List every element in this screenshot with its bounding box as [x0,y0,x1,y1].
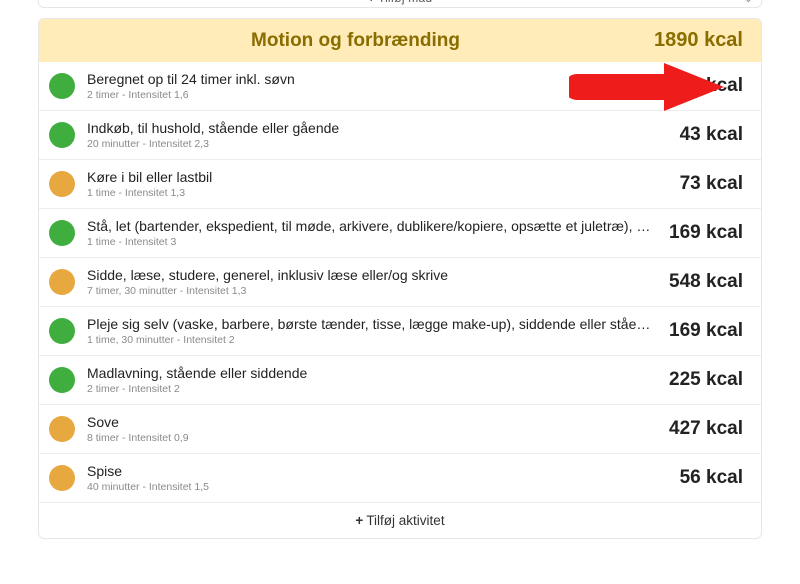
activity-text: Indkøb, til hushold, stående eller gåend… [87,120,664,150]
activity-title: Sove [87,414,653,430]
add-activity-button[interactable]: +Tilføj aktivitet [39,502,761,538]
activity-row[interactable]: Sove 8 timer - Intensitet 0,9427 kcal [39,404,761,453]
exercise-header-title: Motion og forbrænding [57,30,654,52]
activity-kcal: 169 kcal [653,222,743,244]
activity-subtitle: 1 time - Intensitet 3 [87,236,653,248]
activity-title: Madlavning, stående eller siddende [87,365,653,381]
activity-text: Spise 40 minutter - Intensitet 1,5 [87,463,664,493]
activity-kcal: 56 kcal [664,467,743,489]
activity-kcal: 427 kcal [653,418,743,440]
activity-title: Indkøb, til hushold, stående eller gåend… [87,120,664,136]
plus-icon: + [355,513,363,528]
activity-kcal: 43 kcal [664,124,743,146]
activity-text: Stå, let (bartender, ekspedient, til mød… [87,218,653,248]
activity-subtitle: 2 timer - Intensitet 2 [87,383,653,395]
add-food-label: +Tilføj mad [61,0,739,5]
activity-subtitle: 7 timer, 30 minutter - Intensitet 1,3 [87,285,653,297]
activity-kcal: 73 kcal [664,173,743,195]
exercise-card: Motion og forbrænding 1890 kcal Beregnet… [38,18,762,539]
activity-subtitle: 1 time, 30 minutter - Intensitet 2 [87,334,653,346]
expand-icon[interactable]: ⌄ [739,0,753,5]
plus-icon: + [368,0,375,5]
add-activity-label: Tilføj aktivitet [366,513,444,528]
activity-text: Madlavning, stående eller siddende 2 time… [87,365,653,395]
activity-subtitle: 40 minutter - Intensitet 1,5 [87,481,664,493]
activity-subtitle: 2 timer - Intensitet 1,6 [87,89,653,101]
intensity-dot-icon [49,269,75,295]
activity-text: Pleje sig selv (vaske, barbere, børste t… [87,316,653,346]
activity-title: Køre i bil eller lastbil [87,169,664,185]
intensity-dot-icon [49,220,75,246]
activity-title: Spise [87,463,664,479]
activity-title: Pleje sig selv (vaske, barbere, børste t… [87,316,653,332]
activity-text: Køre i bil eller lastbil 1 time - Intensi… [87,169,664,199]
activity-kcal: 548 kcal [653,271,743,293]
activity-kcal: 180 kcal [653,75,743,97]
exercise-header: Motion og forbrænding 1890 kcal [39,19,761,62]
activity-kcal: 169 kcal [653,320,743,342]
activity-text: Sidde, læse, studere, generel, inklusiv … [87,267,653,297]
activity-text: Beregnet op til 24 timer inkl. søvn 2 tim… [87,71,653,101]
activity-title: Sidde, læse, studere, generel, inklusiv … [87,267,653,283]
activity-subtitle: 20 minutter - Intensitet 2,3 [87,138,664,150]
intensity-dot-icon [49,367,75,393]
exercise-header-total: 1890 kcal [654,29,743,52]
intensity-dot-icon [49,318,75,344]
activity-row[interactable]: Stå, let (bartender, ekspedient, til mød… [39,208,761,257]
activity-list: Beregnet op til 24 timer inkl. søvn 2 tim… [39,62,761,502]
activity-row[interactable]: Spise 40 minutter - Intensitet 1,556 kcal [39,453,761,502]
intensity-dot-icon [49,416,75,442]
intensity-dot-icon [49,171,75,197]
activity-row[interactable]: Køre i bil eller lastbil 1 time - Intensi… [39,159,761,208]
intensity-dot-icon [49,465,75,491]
add-food-bar[interactable]: +Tilføj mad ⌄ [38,0,762,8]
activity-row[interactable]: Pleje sig selv (vaske, barbere, børste t… [39,306,761,355]
activity-title: Stå, let (bartender, ekspedient, til mød… [87,218,653,234]
activity-row[interactable]: Madlavning, stående eller siddende 2 time… [39,355,761,404]
activity-subtitle: 8 timer - Intensitet 0,9 [87,432,653,444]
intensity-dot-icon [49,73,75,99]
activity-title: Beregnet op til 24 timer inkl. søvn [87,71,653,87]
activity-row[interactable]: Indkøb, til hushold, stående eller gåend… [39,110,761,159]
activity-text: Sove 8 timer - Intensitet 0,9 [87,414,653,444]
activity-row[interactable]: Beregnet op til 24 timer inkl. søvn 2 tim… [39,62,761,110]
intensity-dot-icon [49,122,75,148]
activity-kcal: 225 kcal [653,369,743,391]
activity-row[interactable]: Sidde, læse, studere, generel, inklusiv … [39,257,761,306]
activity-subtitle: 1 time - Intensitet 1,3 [87,187,664,199]
